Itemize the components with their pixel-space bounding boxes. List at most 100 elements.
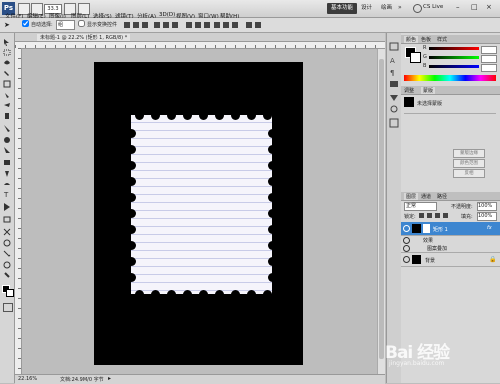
move-tool-icon[interactable]: ➤ [4, 21, 10, 29]
color-label-g: G [423, 54, 427, 60]
opacity-field[interactable]: 100% [477, 202, 497, 211]
pattern-eye-icon[interactable] [403, 245, 410, 252]
perforation-hole [198, 110, 208, 120]
background-color-swatch[interactable] [6, 289, 14, 297]
fill-field[interactable]: 100% [477, 212, 497, 221]
perforation-hole [126, 192, 136, 202]
color-range-button[interactable]: 颜色范围 [453, 159, 485, 168]
zoom-status[interactable]: 22.16% [18, 376, 37, 382]
perforation-hole [166, 110, 176, 120]
perforation-hole [134, 289, 144, 299]
status-arrow-icon[interactable]: ▸ [108, 375, 111, 382]
perforation-hole [267, 224, 277, 234]
perforation-hole [262, 289, 272, 299]
tab-layers[interactable]: 图层 [404, 193, 419, 200]
r-value-field[interactable] [481, 46, 497, 54]
options-bar: ➤ 自动选择: 组 显示变换控件 [0, 18, 500, 33]
workspace-design[interactable]: 设计 [357, 3, 376, 14]
blend-mode-select[interactable]: 正常 [404, 202, 437, 211]
vertical-scrollbar[interactable] [377, 49, 385, 374]
perforation-hole [126, 224, 136, 234]
background-layer-name[interactable]: 背景 [425, 257, 435, 264]
auto-select-dropdown[interactable]: 组 [56, 20, 75, 30]
mask-title: 未选择蒙版 [417, 101, 443, 107]
b-value-field[interactable] [481, 64, 497, 72]
tab-styles[interactable]: 样式 [437, 36, 447, 43]
slider-b[interactable] [429, 65, 479, 68]
restore-icon[interactable]: □ [471, 3, 478, 11]
perforation-hole [134, 110, 144, 120]
lock-icons[interactable] [419, 212, 449, 219]
slider-g[interactable] [429, 56, 479, 59]
invert-button[interactable]: 反相 [453, 169, 485, 178]
layer-effects-row[interactable]: 效果 [401, 236, 500, 244]
fill-label: 填充: [461, 214, 473, 220]
cs-live-icon[interactable] [413, 4, 422, 13]
auto-select-checkbox[interactable] [22, 20, 29, 27]
align-icons[interactable] [124, 21, 304, 29]
perforation-hole [267, 128, 277, 138]
layer-row-background[interactable]: 背景 🔒 [401, 253, 500, 267]
background-thumbnail [412, 255, 421, 264]
masks-panel-tabs: 调整 蒙版 [401, 86, 500, 95]
perforation-hole [230, 289, 240, 299]
cs-live-label[interactable]: CS Live [423, 4, 443, 10]
color-bg-swatch[interactable] [410, 52, 421, 63]
perforation-hole [267, 256, 277, 266]
workspace-painting[interactable]: 绘画 [377, 3, 396, 14]
color-spectrum-bar[interactable] [404, 75, 496, 81]
quick-mask-icon[interactable] [3, 303, 13, 312]
svg-text:T: T [3, 191, 9, 199]
perforation-hole [150, 110, 160, 120]
perforation-hole [198, 289, 208, 299]
g-value-field[interactable] [481, 55, 497, 63]
tab-color[interactable]: 颜色 [404, 36, 419, 43]
mask-edge-button[interactable]: 蒙版边缘 [453, 149, 485, 158]
watermark: Bai 经验 jingyan.baidu.com [385, 338, 497, 378]
workspace-essentials[interactable]: 基本功能 [327, 3, 358, 14]
perforation-hole [267, 272, 277, 282]
show-transform-checkbox[interactable] [78, 20, 85, 27]
scrollbar-thumb[interactable] [379, 59, 384, 359]
perforation-hole [126, 144, 136, 154]
tab-channels[interactable]: 通道 [421, 193, 431, 200]
perforation-hole [230, 110, 240, 120]
slider-r[interactable] [429, 47, 479, 50]
perforation-hole [166, 289, 176, 299]
fx-badge[interactable]: fx [487, 225, 492, 231]
background-eye-icon[interactable] [403, 256, 410, 263]
perforation-hole [150, 289, 160, 299]
tab-masks[interactable]: 蒙版 [421, 87, 436, 94]
perforation-hole [246, 289, 256, 299]
tab-paths[interactable]: 路径 [437, 193, 447, 200]
layer-row-rectangle[interactable]: 矩形 1 fx [401, 222, 500, 236]
color-label-r: R [423, 45, 427, 51]
document-tab[interactable]: 未标题-1 @ 22.2% (矩形 1, RGB/8) * [15, 33, 385, 42]
show-transform-label: 显示变换控件 [87, 22, 118, 28]
minimize-icon[interactable]: – [456, 3, 460, 11]
close-icon[interactable]: × [486, 3, 492, 11]
mask-thumbnail [404, 97, 414, 107]
effects-eye-icon[interactable] [403, 237, 410, 244]
layer-name[interactable]: 矩形 1 [433, 226, 448, 233]
lock-icon: 🔒 [489, 256, 497, 263]
tools-panel: T [0, 33, 15, 383]
dock-panel-icons[interactable]: A ¶ [387, 41, 401, 241]
perforation-hole [126, 272, 136, 282]
workspace-more[interactable]: » [398, 4, 402, 11]
perforation-hole [126, 208, 136, 218]
tab-swatches[interactable]: 色板 [421, 36, 431, 43]
svg-text:¶: ¶ [390, 69, 394, 77]
perforation-hole [267, 192, 277, 202]
visibility-eye-icon[interactable] [403, 225, 410, 232]
lock-label: 锁定: [404, 214, 416, 220]
color-panel-tabs: 颜色 色板 样式 [401, 35, 500, 44]
pattern-overlay-label: 图案叠加 [427, 246, 448, 252]
layer-effect-pattern-row[interactable]: 图案叠加 [401, 244, 500, 253]
tab-adjustments[interactable]: 调整 [404, 87, 414, 94]
opacity-label: 不透明度: [451, 204, 473, 210]
auto-select-label: 自动选择: [31, 22, 53, 28]
layers-panel-tabs: 图层 通道 路径 [401, 192, 500, 201]
perforation-hole [126, 128, 136, 138]
document-tab-title[interactable]: 未标题-1 @ 22.2% (矩形 1, RGB/8) * [37, 34, 131, 41]
